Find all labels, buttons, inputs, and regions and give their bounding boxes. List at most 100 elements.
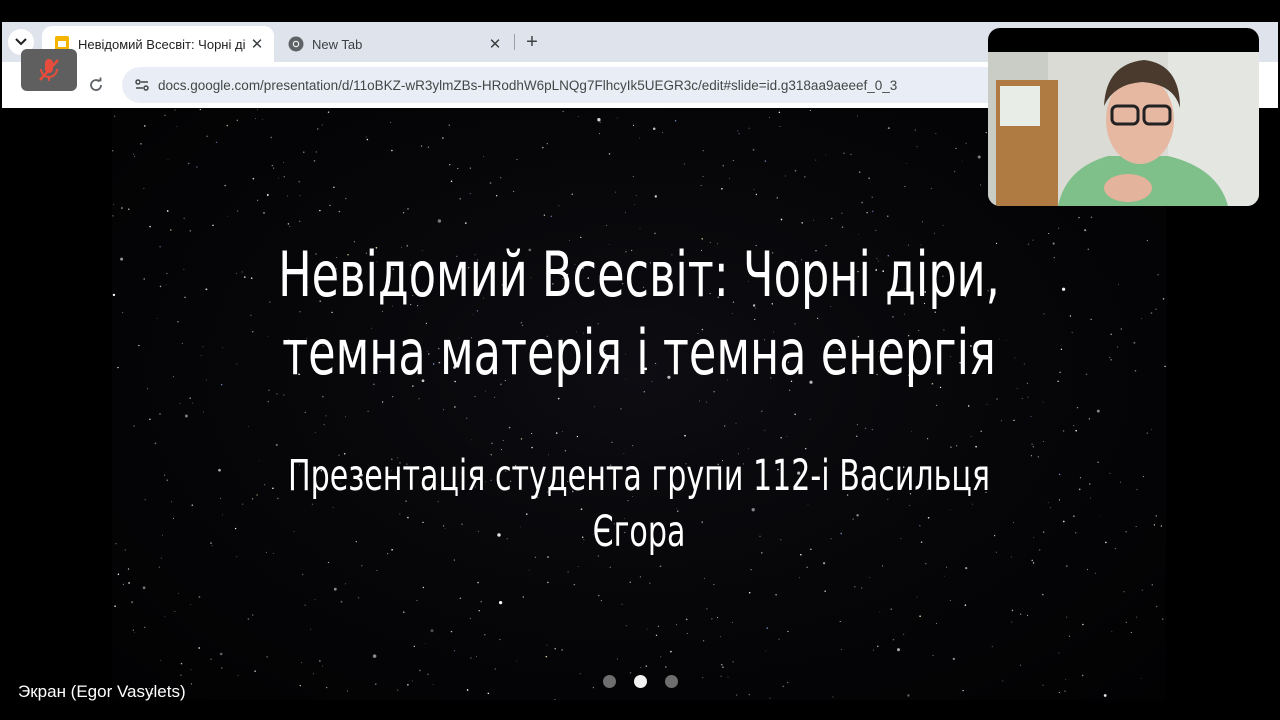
- star: [967, 405, 970, 407]
- star: [815, 159, 817, 161]
- star: [470, 657, 472, 659]
- star: [480, 601, 482, 603]
- star: [304, 604, 306, 606]
- star: [1095, 572, 1097, 574]
- close-tab-icon[interactable]: ✕: [246, 35, 268, 53]
- star: [112, 215, 114, 217]
- star: [1066, 565, 1068, 567]
- star: [115, 543, 117, 545]
- star: [562, 431, 563, 433]
- star: [528, 569, 530, 571]
- site-info-icon[interactable]: [126, 67, 158, 103]
- address-bar[interactable]: docs.google.com/presentation/d/11oBKZ-wR…: [122, 67, 1022, 103]
- star: [180, 674, 182, 676]
- star: [236, 363, 238, 365]
- star: [654, 195, 657, 198]
- close-tab-icon[interactable]: ✕: [484, 35, 506, 53]
- star: [513, 191, 515, 192]
- star: [868, 177, 870, 179]
- star: [313, 673, 315, 675]
- star: [174, 109, 176, 111]
- star: [327, 561, 330, 564]
- star: [825, 154, 827, 156]
- star: [594, 406, 596, 408]
- star: [764, 429, 766, 431]
- star: [313, 160, 316, 162]
- star: [1155, 605, 1158, 608]
- star: [1039, 549, 1041, 551]
- page-dot[interactable]: [665, 675, 678, 688]
- page-dot[interactable]: [603, 675, 616, 688]
- star: [361, 565, 363, 567]
- star: [879, 611, 881, 613]
- slide-subtitle: Презентація студента групи 112-і Васильц…: [288, 451, 990, 557]
- star: [780, 436, 782, 439]
- star: [508, 426, 511, 429]
- star: [224, 184, 226, 187]
- star: [315, 151, 318, 153]
- reload-button[interactable]: [82, 71, 110, 99]
- star: [887, 215, 889, 217]
- star: [554, 647, 556, 650]
- star: [738, 132, 740, 135]
- star: [450, 180, 453, 182]
- star: [191, 504, 194, 507]
- star: [914, 129, 916, 131]
- star: [1103, 694, 1107, 697]
- star: [962, 689, 964, 692]
- star: [243, 276, 246, 278]
- star: [442, 137, 444, 139]
- star: [905, 163, 907, 164]
- star: [1074, 532, 1077, 534]
- star: [375, 683, 377, 685]
- star: [942, 224, 944, 226]
- page-dot-active[interactable]: [634, 675, 647, 688]
- star: [864, 427, 867, 430]
- star: [711, 618, 713, 620]
- star: [813, 219, 815, 221]
- star: [491, 442, 493, 445]
- new-tab-button[interactable]: +: [520, 30, 544, 54]
- star: [965, 142, 967, 144]
- star: [422, 586, 425, 589]
- star: [202, 411, 204, 413]
- star: [325, 415, 327, 417]
- star: [206, 135, 208, 137]
- star: [520, 438, 523, 440]
- star: [149, 418, 151, 421]
- star: [423, 575, 425, 577]
- star: [199, 108, 201, 111]
- star: [321, 124, 323, 126]
- star: [466, 689, 469, 691]
- star: [1114, 548, 1116, 550]
- star: [1058, 227, 1060, 229]
- star: [134, 632, 135, 633]
- star: [241, 503, 244, 505]
- star: [1020, 613, 1022, 615]
- star: [702, 677, 704, 679]
- star: [1032, 536, 1035, 539]
- star: [202, 346, 204, 348]
- star: [953, 170, 956, 173]
- star: [841, 226, 844, 228]
- star: [219, 652, 223, 656]
- tab-new-tab[interactable]: New Tab ✕: [276, 26, 512, 62]
- star: [769, 697, 771, 699]
- star: [262, 119, 263, 121]
- star: [1047, 502, 1049, 504]
- webcam-tile[interactable]: [988, 28, 1259, 206]
- mute-indicator[interactable]: [21, 49, 77, 91]
- star: [902, 633, 905, 635]
- star: [1160, 525, 1162, 527]
- star: [1065, 679, 1067, 681]
- star: [1064, 690, 1066, 692]
- page-indicator: [603, 675, 678, 688]
- star: [165, 284, 167, 286]
- star: [310, 628, 312, 630]
- star: [138, 344, 140, 347]
- star: [592, 686, 595, 689]
- star: [344, 416, 347, 418]
- star: [117, 366, 119, 369]
- star: [921, 221, 923, 223]
- star: [372, 654, 377, 658]
